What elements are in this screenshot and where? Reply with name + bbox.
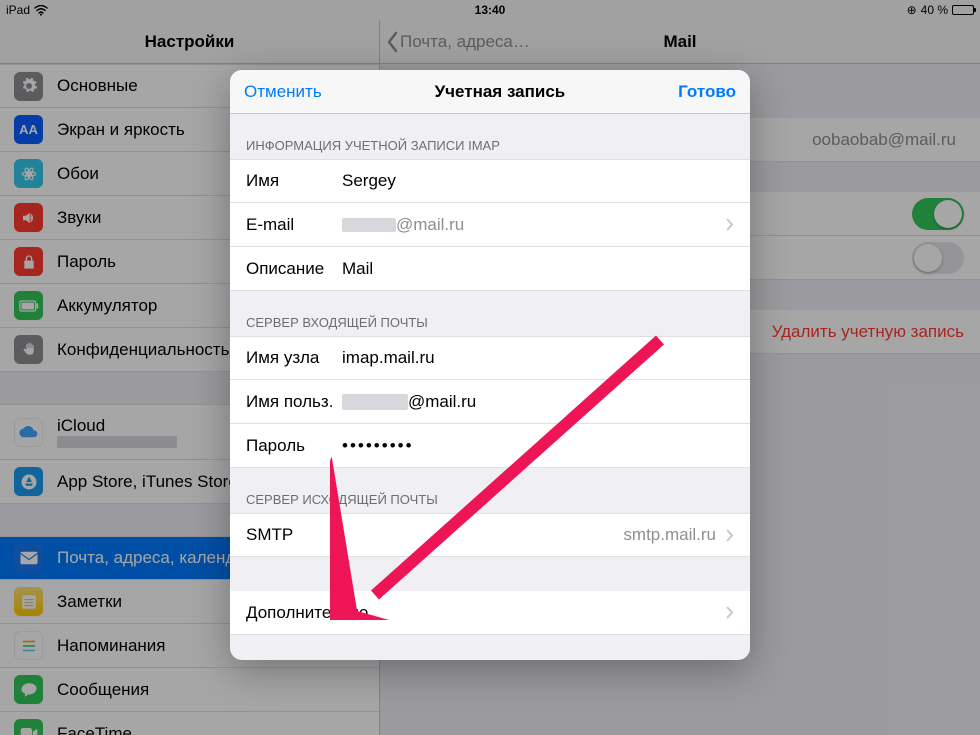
advanced-row[interactable]: Дополнительно [230,591,750,635]
name-value: Sergey [342,171,734,191]
modal-nav: Отменить Учетная запись Готово [230,70,750,114]
done-button[interactable]: Готово [678,82,736,102]
username-row[interactable]: Имя польз. @mail.ru [230,380,750,424]
description-row[interactable]: Описание Mail [230,247,750,291]
cancel-button[interactable]: Отменить [244,82,322,102]
description-value: Mail [342,259,734,279]
account-modal: Отменить Учетная запись Готово Информаци… [230,70,750,660]
name-label: Имя [246,171,342,191]
chevron-right-icon [726,218,734,231]
host-label: Имя узла [246,348,342,368]
password-label: Пароль [246,436,342,456]
email-row[interactable]: E-mail @mail.ru [230,203,750,247]
name-row[interactable]: Имя Sergey [230,159,750,203]
smtp-row[interactable]: SMTP smtp.mail.ru [230,513,750,557]
section-header-incoming: Сервер входящей почты [230,291,750,336]
email-value: @mail.ru [342,215,726,235]
username-label: Имя польз. [246,392,342,412]
smtp-value: smtp.mail.ru [623,525,716,545]
section-header-imap: Информация учетной записи IMAP [230,114,750,159]
smtp-label: SMTP [246,525,623,545]
description-label: Описание [246,259,342,279]
modal-overlay: Отменить Учетная запись Готово Информаци… [0,0,980,735]
chevron-right-icon [726,529,734,542]
host-value: imap.mail.ru [342,348,734,368]
advanced-label: Дополнительно [246,603,726,623]
section-header-outgoing: Сервер исходящей почты [230,468,750,513]
email-label: E-mail [246,215,342,235]
modal-title: Учетная запись [435,82,566,102]
username-value: @mail.ru [342,392,734,412]
host-row[interactable]: Имя узла imap.mail.ru [230,336,750,380]
password-row[interactable]: Пароль ••••••••• [230,424,750,468]
password-value: ••••••••• [342,436,734,456]
chevron-right-icon [726,606,734,619]
